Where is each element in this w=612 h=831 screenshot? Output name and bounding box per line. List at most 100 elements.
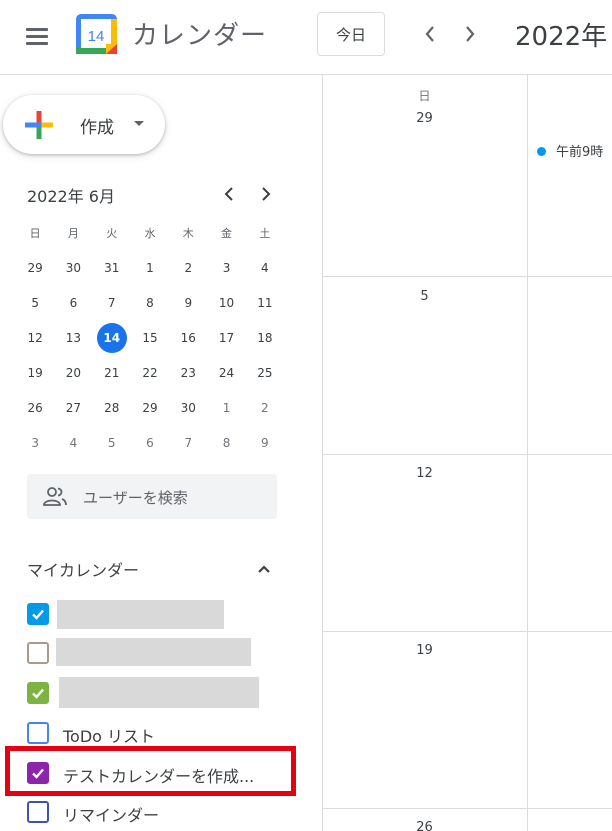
create-button-label: 作成 [80,118,114,138]
mini-calendar-day[interactable]: 20 [54,358,92,388]
month-cell-date[interactable]: 26 [322,820,527,831]
mini-calendar-day[interactable]: 13 [54,323,92,353]
calendar-list-item[interactable]: テストカレンダーを作成... [27,758,277,788]
mini-calendar-day[interactable]: 25 [246,358,284,388]
mini-calendar-day[interactable]: 31 [93,253,131,283]
checkbox-unchecked[interactable] [27,722,49,744]
people-search-input[interactable]: ユーザーを検索 [27,474,277,519]
calendar-list-label: テストカレンダーを作成... [63,767,255,786]
event-chip[interactable]: 午前9時 [556,141,603,160]
grid-row-divider [322,808,612,809]
mini-calendar-day[interactable]: 2 [169,253,207,283]
mini-calendar-day[interactable]: 11 [246,288,284,318]
mini-calendar-week-row: 26 27 28 29 30 1 2 [16,390,284,425]
calendar-list-item[interactable]: ToDo リスト [27,718,277,748]
previous-period-button[interactable] [414,18,446,50]
month-cell-date[interactable]: 5 [322,289,527,304]
grid-row-divider [322,276,612,277]
mini-calendar-today[interactable]: 14 [96,322,127,353]
mini-calendar-day[interactable]: 30 [54,253,92,283]
mini-calendar-next-button[interactable] [253,181,279,207]
mini-calendar-day[interactable]: 16 [169,323,207,353]
mini-calendar-prev-button[interactable] [216,181,242,207]
month-cell-date[interactable]: 19 [322,643,527,658]
grid-row-divider [322,454,612,455]
mini-calendar-day[interactable]: 23 [169,358,207,388]
mini-calendar-day[interactable]: 4 [246,253,284,283]
checkbox-checked[interactable] [27,603,49,625]
calendar-list-label: ToDo リスト [63,727,156,746]
mini-calendar-day[interactable]: 6 [131,428,169,458]
calendar-list-item[interactable]: リマインダー [27,797,277,827]
mini-calendar-day[interactable]: 6 [54,288,92,318]
mini-calendar-weekday: 土 [259,226,271,240]
my-calendars-collapse-button[interactable] [252,557,276,581]
mini-calendar-day[interactable]: 28 [93,393,131,423]
grid-row-divider [322,631,612,632]
mini-calendar-weekday: 水 [144,226,156,240]
mini-calendar-weekday: 木 [182,226,194,240]
mini-calendar-day[interactable]: 27 [54,393,92,423]
mini-calendar-weekday-row: 日月火水木金土 [16,215,284,250]
mini-calendar-day[interactable]: 5 [16,288,54,318]
mini-calendar-day[interactable]: 29 [16,253,54,283]
checkbox-checked[interactable] [27,682,49,704]
mini-calendar-day[interactable]: 29 [131,393,169,423]
mini-calendar-day[interactable]: 1 [207,393,245,423]
month-view-grid: 日 午前9時 29 5 12 19 26 [322,75,612,831]
mini-calendar-day[interactable]: 18 [246,323,284,353]
mini-calendar-day[interactable]: 4 [54,428,92,458]
checkbox-unchecked[interactable] [27,801,49,823]
mini-calendar-day[interactable]: 19 [16,358,54,388]
month-cell-date[interactable]: 12 [322,466,527,481]
checkmark-icon [32,688,44,699]
today-button[interactable]: 今日 [317,12,385,56]
menu-icon-line [26,41,48,45]
mini-calendar-day[interactable]: 30 [169,393,207,423]
mini-calendar-day[interactable]: 2 [246,393,284,423]
redacted-calendar-name [57,600,224,629]
weekday-header: 日 [418,89,431,103]
mini-calendar-week-row: 5 6 7 8 9 10 11 [16,285,284,320]
mini-calendar-day[interactable]: 12 [16,323,54,353]
mini-calendar-day[interactable]: 8 [131,288,169,318]
checkbox-unchecked[interactable] [27,642,49,664]
checkbox-checked[interactable] [27,762,49,784]
mini-calendar-day[interactable]: 21 [93,358,131,388]
plus-icon [25,111,53,139]
create-button[interactable]: 作成 [3,95,165,154]
mini-calendar-week-row: 3456789 [16,425,284,460]
mini-calendar-weekday: 月 [67,226,79,240]
mini-calendar-grid: 日月火水木金土 29 30 31 1 2 3 4 5 6 7 8 9 10 11 12 13 14 15 16 17 18… [16,215,284,460]
mini-calendar-day[interactable]: 17 [207,323,245,353]
checkmark-icon [32,609,44,620]
mini-calendar-week-row: 12 13 14 15 16 17 18 [16,320,284,355]
mini-calendar-day[interactable]: 1 [131,253,169,283]
mini-calendar-day[interactable]: 26 [16,393,54,423]
menu-icon-line [26,34,48,38]
mini-calendar-day[interactable]: 3 [207,253,245,283]
mini-calendar-day[interactable]: 5 [93,428,131,458]
mini-calendar-day[interactable]: 9 [169,288,207,318]
mini-calendar-week-row: 19 20 21 22 23 24 25 [16,355,284,390]
mini-calendar-day[interactable]: 8 [207,428,245,458]
grid-divider [527,75,528,831]
mini-calendar-day[interactable]: 3 [16,428,54,458]
mini-calendar-day[interactable]: 7 [169,428,207,458]
mini-calendar-day[interactable]: 22 [131,358,169,388]
chevron-left-icon [224,187,233,201]
mini-calendar-day[interactable]: 9 [246,428,284,458]
next-period-button[interactable] [454,18,486,50]
mini-calendar-day[interactable]: 15 [131,323,169,353]
event-dot [537,147,546,156]
mini-calendar-day[interactable]: 14 [93,322,131,353]
redacted-calendar-name [56,638,251,666]
redacted-calendar-name [59,677,259,708]
main-menu-button[interactable] [18,17,56,55]
month-cell-date[interactable]: 29 [322,111,527,126]
grid-divider [322,75,323,831]
mini-calendar-title: 2022年 6月 [27,187,115,206]
mini-calendar-day[interactable]: 24 [207,358,245,388]
mini-calendar-day[interactable]: 10 [207,288,245,318]
mini-calendar-day[interactable]: 7 [93,288,131,318]
